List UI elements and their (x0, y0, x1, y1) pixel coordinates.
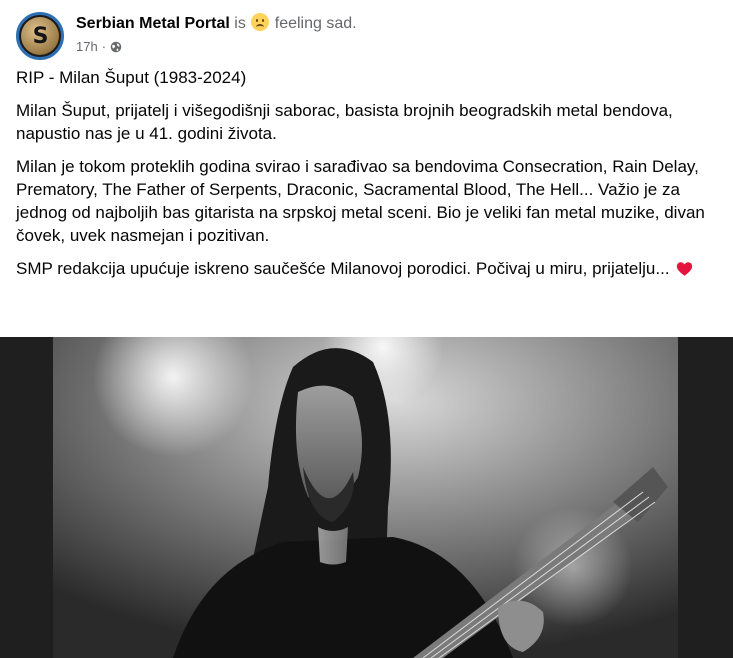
post-timestamp[interactable]: 17h (76, 38, 98, 56)
page-logo: S (21, 17, 59, 55)
post-paragraph: Milan Šuput, prijatelj i višegodišnji sa… (16, 101, 673, 143)
page-avatar[interactable]: S (16, 12, 64, 60)
post-text: RIP - Milan Šuput (1983-2024) Milan Šupu… (16, 66, 716, 290)
globe-icon[interactable] (110, 41, 122, 53)
post-header: S Serbian Metal Portal is feeling sad. 1… (16, 12, 716, 60)
page-name-link[interactable]: Serbian Metal Portal (76, 15, 230, 32)
is-text: is (234, 15, 246, 32)
meta-separator: · (101, 39, 107, 54)
post-meta: 17h · (76, 38, 357, 56)
closing-text: SMP redakcija upućuje iskreno saučešće M… (16, 259, 670, 278)
title-line: Serbian Metal Portal is feeling sad. (76, 13, 357, 35)
post-paragraph: Milan je tokom proteklih godina svirao i… (16, 157, 705, 245)
post-photo-frame (0, 337, 733, 658)
post-paragraph-closing: SMP redakcija upućuje iskreno saučešće M… (16, 257, 716, 280)
post-photo[interactable] (53, 337, 678, 658)
header-text: Serbian Metal Portal is feeling sad. 17h… (76, 12, 357, 56)
logo-letter: S (32, 23, 49, 49)
feeling-text: feeling sad. (274, 15, 357, 32)
heart-icon (677, 262, 693, 276)
sad-face-icon (251, 13, 270, 31)
post-paragraph: RIP - Milan Šuput (1983-2024) (16, 68, 247, 87)
